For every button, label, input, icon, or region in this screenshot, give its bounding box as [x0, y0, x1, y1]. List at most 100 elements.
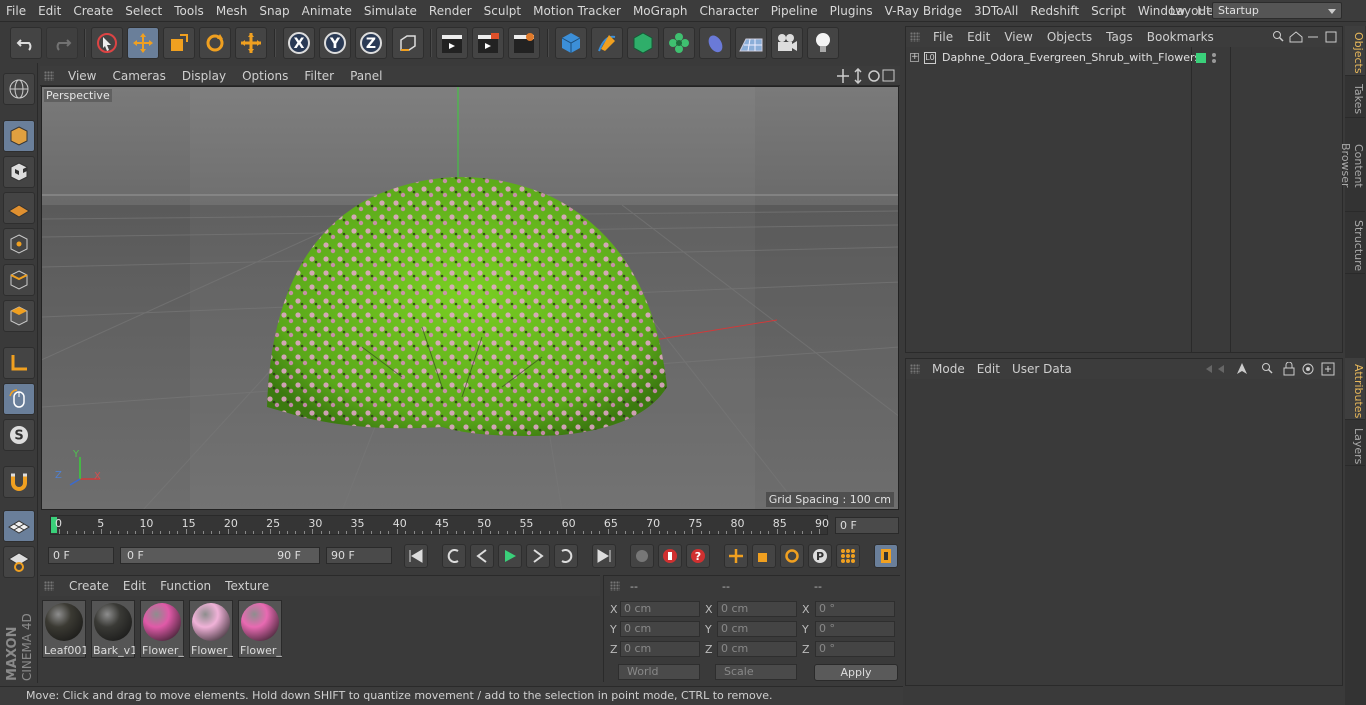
menu-create[interactable]: Create [67, 0, 119, 22]
start-frame-field[interactable]: 0 F [48, 547, 114, 564]
menu-mograph[interactable]: MoGraph [627, 0, 694, 22]
material-menu-edit[interactable]: Edit [116, 579, 153, 593]
locked-workplane-button[interactable] [3, 510, 35, 542]
tab-content-browser[interactable]: Content Browser [1339, 120, 1365, 212]
attribute-menu-mode[interactable]: Mode [926, 362, 971, 376]
menu-select[interactable]: Select [119, 0, 168, 22]
render-settings-button[interactable] [508, 27, 540, 59]
polygons-mode-button[interactable] [3, 300, 35, 332]
material-swatch[interactable]: Bark_v1 [91, 600, 135, 658]
pos-y-field[interactable]: 0 cm [620, 621, 700, 637]
key-rotation-button[interactable] [780, 544, 804, 568]
menu-animate[interactable]: Animate [296, 0, 358, 22]
motion-record-button[interactable] [630, 544, 654, 568]
solo-button[interactable]: S [3, 419, 35, 451]
material-swatch[interactable]: Leaf001 [42, 600, 86, 658]
object-menu-tags[interactable]: Tags [1099, 30, 1140, 44]
layout-select[interactable]: Startup [1212, 2, 1342, 19]
attribute-panel-nav-icons[interactable] [1198, 362, 1338, 376]
key-pla-button[interactable] [836, 544, 860, 568]
play-button[interactable] [498, 544, 522, 568]
size-z-field[interactable]: 0 cm [717, 641, 797, 657]
menu-tools[interactable]: Tools [168, 0, 210, 22]
apply-button[interactable]: Apply [814, 664, 898, 681]
current-frame-field[interactable]: 0 F [835, 517, 899, 534]
menu-simulate[interactable]: Simulate [358, 0, 423, 22]
end-frame-field[interactable]: 90 F [326, 547, 392, 564]
object-panel-nav-icons[interactable] [1272, 30, 1338, 44]
tab-objects[interactable]: Objects [1345, 26, 1365, 76]
menu-plugins[interactable]: Plugins [824, 0, 879, 22]
coord-panel-grip[interactable] [610, 581, 620, 591]
next-key-button[interactable] [554, 544, 578, 568]
pos-z-field[interactable]: 0 cm [620, 641, 700, 657]
viewport-nav-icons[interactable] [836, 68, 896, 84]
tab-layers[interactable]: Layers [1345, 422, 1365, 466]
enable-axis-button[interactable] [3, 347, 35, 379]
model-mode-button[interactable] [3, 120, 35, 152]
object-name[interactable]: Daphne_Odora_Evergreen_Shrub_with_Flower… [942, 49, 1200, 67]
attribute-menu-edit[interactable]: Edit [971, 362, 1006, 376]
object-menu-edit[interactable]: Edit [960, 30, 997, 44]
attribute-menu-user-data[interactable]: User Data [1006, 362, 1078, 376]
add-light-button[interactable] [807, 27, 839, 59]
material-swatch[interactable]: Flower_ [238, 600, 282, 658]
tab-takes[interactable]: Takes [1345, 78, 1365, 118]
frame-range-slider[interactable]: 0 F 90 F [120, 547, 320, 564]
viewport-menu-view[interactable]: View [60, 69, 104, 83]
menu-character[interactable]: Character [693, 0, 764, 22]
add-deformer-button[interactable] [699, 27, 731, 59]
timeline-track[interactable]: 0 5 10 15 20 25 30 35 40 45 50 55 60 65 70 75 80 85 90 [50, 515, 829, 535]
size-y-field[interactable]: 0 cm [717, 621, 797, 637]
material-swatch[interactable]: Flower_ [140, 600, 184, 658]
lock-z-axis-button[interactable]: Z [355, 27, 387, 59]
perspective-viewport[interactable]: X Y Z Perspective Grid Spacing : 100 cm [41, 86, 899, 510]
object-menu-view[interactable]: View [997, 30, 1039, 44]
expand-icon[interactable]: + [910, 53, 919, 62]
object-panel-grip[interactable] [910, 32, 920, 42]
object-menu-objects[interactable]: Objects [1040, 30, 1099, 44]
go-to-end-button[interactable] [592, 544, 616, 568]
timeline-window-button[interactable] [874, 544, 898, 568]
menu-sculpt[interactable]: Sculpt [478, 0, 527, 22]
tweak-mode-button[interactable] [3, 383, 35, 415]
rotate-tool-button[interactable] [199, 27, 231, 59]
texture-mode-button[interactable] [3, 156, 35, 188]
key-position-button[interactable] [724, 544, 748, 568]
viewport-menu-display[interactable]: Display [174, 69, 234, 83]
size-x-field[interactable]: 0 cm [717, 601, 797, 617]
make-editable-button[interactable] [3, 73, 35, 105]
planar-workplane-button[interactable] [3, 546, 35, 578]
rot-z-field[interactable]: 0 ° [815, 641, 895, 657]
viewport-menu-filter[interactable]: Filter [296, 69, 342, 83]
material-panel-grip[interactable] [44, 581, 54, 591]
tab-attributes[interactable]: Attributes [1345, 358, 1365, 420]
object-row[interactable]: + L0 Daphne_Odora_Evergreen_Shrub_with_F… [906, 49, 1342, 67]
add-cloner-button[interactable] [663, 27, 695, 59]
scale-tool-button[interactable] [163, 27, 195, 59]
menu-edit[interactable]: Edit [32, 0, 67, 22]
menu-vray-bridge[interactable]: V-Ray Bridge [879, 0, 968, 22]
material-swatch[interactable]: Flower_ [189, 600, 233, 658]
record-active-button[interactable] [658, 544, 682, 568]
viewport-menu-cameras[interactable]: Cameras [104, 69, 173, 83]
render-view-button[interactable] [436, 27, 468, 59]
layer-color-icon[interactable] [1196, 53, 1206, 63]
viewport-menu-options[interactable]: Options [234, 69, 296, 83]
snap-button[interactable] [3, 466, 35, 498]
render-visibility-dot[interactable] [1212, 59, 1216, 63]
viewport-menu-panel[interactable]: Panel [342, 69, 390, 83]
rot-x-field[interactable]: 0 ° [815, 601, 895, 617]
size-mode-select[interactable]: Scale [715, 664, 797, 680]
menu-file[interactable]: File [0, 0, 32, 22]
tab-structure[interactable]: Structure [1345, 214, 1365, 274]
key-parameter-button[interactable]: P [808, 544, 832, 568]
material-menu-function[interactable]: Function [153, 579, 218, 593]
next-frame-button[interactable] [526, 544, 550, 568]
panel-grip[interactable] [44, 70, 54, 81]
points-mode-button[interactable] [3, 228, 35, 260]
render-picture-viewer-button[interactable] [472, 27, 504, 59]
coordinate-system-button[interactable] [392, 27, 424, 59]
previous-frame-button[interactable] [470, 544, 494, 568]
redo-button[interactable] [46, 27, 78, 59]
